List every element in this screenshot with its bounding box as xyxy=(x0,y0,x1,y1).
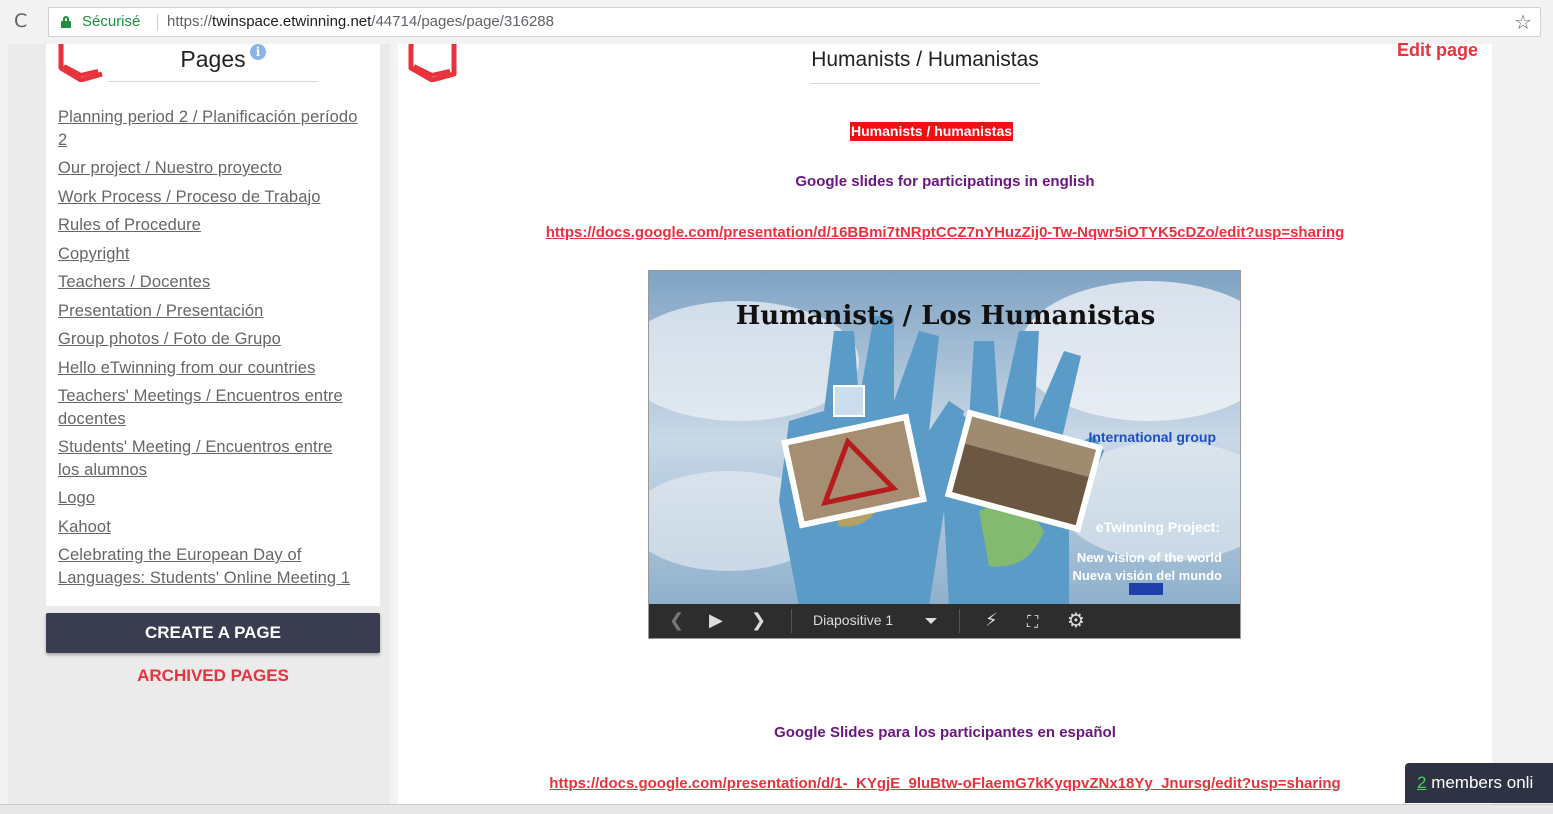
sidebar-item-presentation[interactable]: Presentation / Presentación xyxy=(58,300,358,323)
slide-controls: ❮ ▶ ❯ Diapositive 1 ⚡ ⛶ ⚙ xyxy=(649,604,1240,638)
play-icon[interactable]: ▶ xyxy=(709,610,723,631)
chevron-down-icon[interactable] xyxy=(925,618,937,624)
bookmark-icon xyxy=(58,44,103,82)
next-slide-icon[interactable]: ❯ xyxy=(751,610,766,631)
address-separator xyxy=(157,14,158,31)
url-text[interactable]: https://twinspace.etwinning.net/44714/pa… xyxy=(167,13,554,30)
sidebar-item-rules[interactable]: Rules of Procedure xyxy=(58,214,358,237)
controls-divider xyxy=(791,609,792,633)
slide-vision-text: New vision of the world Nueva visión del… xyxy=(1072,549,1222,585)
secure-label: Sécurisé xyxy=(82,13,141,30)
sidebar-item-teachers-meetings[interactable]: Teachers' Meetings / Encuentros entre do… xyxy=(58,385,358,430)
page-content: Humanists / Humanistas Edit page Humanis… xyxy=(398,40,1492,804)
pages-panel: Pages i Planning period 2 / Planificació… xyxy=(46,44,380,606)
slides-english-link[interactable]: https://docs.google.com/presentation/d/1… xyxy=(398,224,1492,241)
info-icon[interactable]: i xyxy=(250,44,266,60)
controls-divider xyxy=(959,609,960,633)
members-label: members onli xyxy=(1426,773,1534,792)
sidebar: Pages i Planning period 2 / Planificació… xyxy=(8,44,390,804)
slides-spanish-label: Google Slides para los participantes en … xyxy=(774,724,1116,741)
sidebar-item-our-project[interactable]: Our project / Nuestro proyecto xyxy=(58,157,358,180)
sidebar-item-students-meeting[interactable]: Students' Meeting / Encuentros entre los… xyxy=(58,436,358,481)
bookmark-icon xyxy=(408,44,457,82)
fullscreen-icon[interactable]: ⛶ xyxy=(1027,612,1038,632)
create-page-button[interactable]: CREATE A PAGE xyxy=(46,613,380,653)
slide-international-text: International group xyxy=(1088,429,1216,445)
bookmark-star-icon[interactable]: ☆ xyxy=(1514,10,1532,34)
slides-spanish-link[interactable]: https://docs.google.com/presentation/d/1… xyxy=(398,775,1492,792)
slide-title: Humanists / Los Humanistas xyxy=(735,301,1156,331)
sidebar-item-hello-etwinning[interactable]: Hello eTwinning from our countries xyxy=(58,357,358,380)
pages-list: Planning period 2 / Planificación períod… xyxy=(58,106,358,601)
slide-etwinning-text: eTwinning Project: xyxy=(1095,519,1220,535)
lightning-icon[interactable]: ⚡ xyxy=(985,610,998,631)
prev-slide-icon[interactable]: ❮ xyxy=(669,610,684,631)
sidebar-item-copyright[interactable]: Copyright xyxy=(58,243,358,266)
address-bar[interactable]: Sécurisé https://twinspace.etwinning.net… xyxy=(48,7,1541,37)
edit-page-link[interactable]: Edit page xyxy=(1397,40,1478,61)
sidebar-item-group-photos[interactable]: Group photos / Foto de Grupo xyxy=(58,328,358,351)
lock-icon xyxy=(61,16,71,28)
sidebar-item-kahoot[interactable]: Kahoot xyxy=(58,516,358,539)
slide-vision-en: New vision of the world xyxy=(1076,550,1222,565)
sidebar-item-teachers[interactable]: Teachers / Docentes xyxy=(58,271,358,294)
slides-english-label: Google slides for participatings in engl… xyxy=(795,173,1095,190)
highlighted-heading: Humanists / humanistas xyxy=(850,122,1014,141)
gear-icon[interactable]: ⚙ xyxy=(1067,608,1085,632)
slide-vision-es: Nueva visión del mundo xyxy=(1072,568,1222,583)
slide-counter[interactable]: Diapositive 1 xyxy=(813,612,893,628)
sidebar-item-european-day[interactable]: Celebrating the European Day of Language… xyxy=(58,544,358,589)
archived-pages-link[interactable]: ARCHIVED PAGES xyxy=(46,666,380,686)
members-online-chat[interactable]: 2 members onli xyxy=(1405,763,1553,803)
sidebar-item-planning[interactable]: Planning period 2 / Planificación períod… xyxy=(58,106,358,151)
pages-title: Pages xyxy=(108,46,318,82)
browser-toolbar: C Sécurisé https://twinspace.etwinning.n… xyxy=(0,0,1553,44)
slides-embed[interactable]: Humanists / Los Humanistas International… xyxy=(648,270,1241,639)
bottom-bar xyxy=(0,804,1553,814)
page-title: Humanists / Humanistas xyxy=(810,48,1040,84)
sidebar-item-logo[interactable]: Logo xyxy=(58,487,358,510)
sidebar-item-work-process[interactable]: Work Process / Proceso de Trabajo xyxy=(58,186,358,209)
reload-icon[interactable]: C xyxy=(14,10,27,32)
